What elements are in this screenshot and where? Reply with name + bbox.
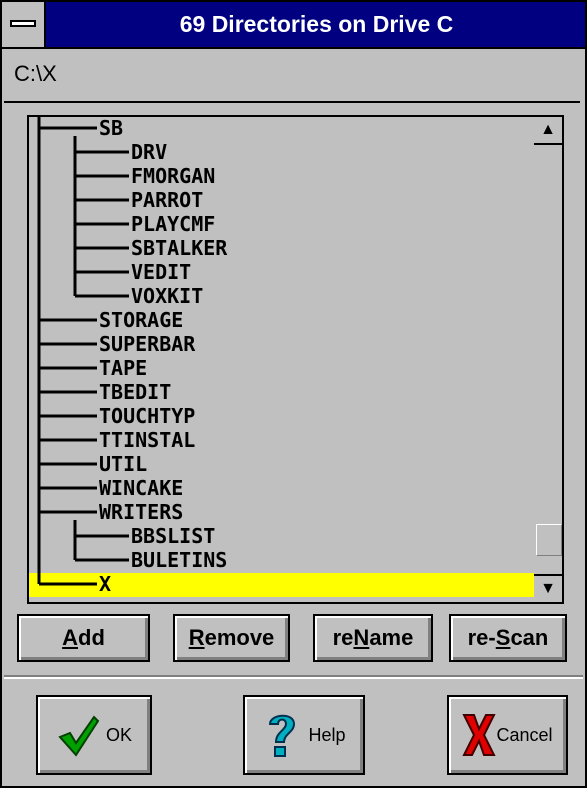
vertical-scrollbar[interactable]: ▲ ▼: [534, 115, 564, 604]
tree-item[interactable]: DRV: [131, 141, 167, 163]
add-label-post: dd: [78, 625, 105, 650]
rescan-button[interactable]: re-Scan: [449, 614, 567, 662]
rescan-label-pre: re-: [467, 625, 496, 650]
current-path: C:\X: [14, 61, 57, 86]
tree-item[interactable]: BULETINS: [131, 549, 227, 571]
help-label: Help: [308, 724, 346, 745]
tree-item[interactable]: VOXKIT: [131, 285, 203, 307]
tree-item[interactable]: PARROT: [131, 189, 203, 211]
arrow-down-icon: ▼: [540, 580, 556, 597]
window-title: 69 Directories on Drive C: [179, 11, 454, 37]
scroll-up-button[interactable]: ▲: [534, 117, 562, 145]
tree-item[interactable]: TTINSTAL: [99, 429, 195, 451]
cancel-label: Cancel: [496, 724, 553, 745]
question-mark-icon: [269, 714, 296, 757]
tree-item[interactable]: SUPERBAR: [99, 333, 195, 355]
tree-item[interactable]: TBEDIT: [99, 381, 171, 403]
directory-tree[interactable]: SB DRV FMORGAN PARROT PLAYCMF SBTALKER VEDIT VO…: [27, 115, 538, 604]
scroll-down-button[interactable]: ▼: [534, 574, 562, 602]
remove-button[interactable]: Remove: [173, 614, 290, 662]
title-bar: 69 Directories on Drive C: [2, 2, 585, 49]
rename-label-key: N: [353, 625, 370, 650]
add-button[interactable]: Add: [17, 614, 150, 662]
scroll-thumb[interactable]: [536, 524, 562, 557]
rescan-label-post: can: [510, 625, 549, 650]
separator-highlight: [4, 677, 583, 679]
directories-dialog: 69 Directories on Drive C C:\X SB DRV FMOR…: [0, 0, 587, 788]
tree-item[interactable]: BBSLIST: [131, 525, 215, 547]
remove-label-post: emove: [204, 625, 275, 650]
add-label-key: A: [62, 625, 78, 650]
tree-item[interactable]: UTIL: [99, 453, 147, 475]
tree-item[interactable]: TAPE: [99, 357, 147, 379]
tree-item[interactable]: SB: [99, 117, 123, 139]
rename-label-post: ame: [369, 625, 414, 650]
tree-item[interactable]: FMORGAN: [131, 165, 215, 187]
cancel-button[interactable]: Cancel: [447, 695, 568, 775]
rename-button[interactable]: reName: [313, 614, 433, 662]
tree-item[interactable]: WINCAKE: [99, 477, 183, 499]
rescan-label-key: S: [495, 625, 511, 650]
tree-item[interactable]: STORAGE: [99, 309, 183, 331]
tree-item[interactable]: TOUCHTYP: [99, 405, 195, 427]
system-menu-button[interactable]: [2, 2, 46, 47]
checkmark-icon: [58, 715, 100, 757]
system-menu-icon: [10, 20, 36, 27]
ok-button[interactable]: OK: [36, 695, 152, 775]
tree-item[interactable]: VEDIT: [131, 261, 191, 283]
current-path-bar: C:\X: [4, 51, 580, 103]
tree-item[interactable]: PLAYCMF: [131, 213, 215, 235]
tree-item[interactable]: WRITERS: [99, 501, 183, 523]
red-x-icon: [462, 714, 497, 756]
help-button[interactable]: Help: [243, 695, 365, 775]
tree-item[interactable]: SBTALKER: [131, 237, 227, 259]
rename-label-pre: re: [332, 625, 354, 650]
ok-label: OK: [105, 724, 132, 745]
arrow-up-icon: ▲: [540, 121, 556, 138]
remove-label-key: R: [188, 625, 205, 650]
tree-item[interactable]: X: [99, 573, 111, 595]
